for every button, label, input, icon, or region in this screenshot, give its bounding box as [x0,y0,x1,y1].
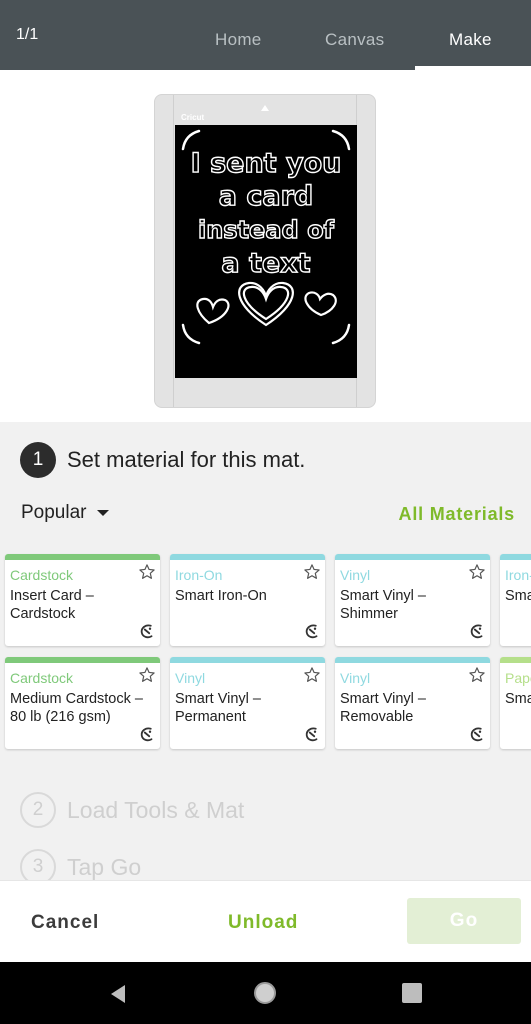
load-direction-arrow-icon [261,105,269,111]
material-filter-dropdown[interactable]: Popular [21,502,109,524]
mat-brand-label: Cricut [181,113,205,122]
go-button[interactable]: Go [407,898,521,944]
material-category: Vinyl [175,670,206,686]
material-panel: 1 Set material for this mat. Popular All… [0,422,531,880]
material-category-bar [335,657,490,663]
filter-label: Popular [21,502,87,523]
material-tiles: Cardstock Insert Card – Cardstock Iron-On S… [5,554,531,754]
cancel-button[interactable]: Cancel [31,912,99,934]
material-category: Iron-On [505,567,531,583]
favorite-star-icon[interactable] [138,666,156,684]
material-tile[interactable]: Cardstock Medium Cardstock – 80 lb (216 g… [5,657,160,749]
step-number-2: 2 [20,792,56,828]
step-label-2: Load Tools & Mat [67,796,245,823]
home-icon[interactable] [254,982,276,1004]
card-text-line-4: a text [221,248,310,279]
tab-make[interactable]: Make [449,30,492,50]
unload-button[interactable]: Unload [228,912,298,934]
step-number-1: 1 [20,442,56,478]
step-number-3: 3 [20,849,56,880]
material-name: Smart Paper Writable [505,691,531,707]
top-bar: 1/1 Home Canvas Make [0,0,531,70]
step-1: 1 Set material for this mat. [20,442,305,478]
favorite-star-icon[interactable] [468,563,486,581]
material-category-bar [170,657,325,663]
card-text-line-1: I sent you [191,148,342,179]
material-tile[interactable]: Vinyl Smart Vinyl – Removable [335,657,490,749]
material-tile[interactable]: Iron-On Smart Iron-On Glitter [500,554,531,646]
cut-blade-icon [140,727,153,742]
chevron-down-icon [96,510,109,516]
step-2: 2 Load Tools & Mat [20,792,244,828]
material-tile[interactable]: Cardstock Insert Card – Cardstock [5,554,160,646]
system-navigation-bar [0,962,531,1024]
material-tile[interactable]: Vinyl Smart Vinyl – Shimmer [335,554,490,646]
hearts-icon [196,281,337,327]
material-name: Smart Vinyl – Removable [340,691,426,725]
cut-blade-icon [305,727,318,742]
favorite-star-icon[interactable] [138,563,156,581]
page-counter: 1/1 [16,26,39,43]
material-category-bar [5,554,160,560]
material-category-bar [500,657,531,663]
step-label-1: Set material for this mat. [67,447,306,472]
card-text-line-2: a card [219,181,314,212]
mat-preview-area: Cricut I sent you a card instead of a te… [0,70,531,422]
back-icon[interactable] [108,984,128,1004]
corner-flourish-tr [331,129,351,151]
cutting-mat[interactable]: Cricut I sent you a card instead of a te… [154,94,376,408]
tab-canvas[interactable]: Canvas [325,30,384,50]
tab-home[interactable]: Home [215,30,262,50]
material-name: Smart Iron-On [175,588,267,604]
corner-flourish-br [331,323,351,345]
material-name: Insert Card – Cardstock [10,588,94,622]
card-text-line-3: instead of [198,216,335,244]
cut-blade-icon [470,624,483,639]
card-design-preview: I sent you a card instead of a text [175,125,357,378]
material-name: Smart Vinyl – Permanent [175,691,261,725]
favorite-star-icon[interactable] [303,666,321,684]
material-category-bar [500,554,531,560]
material-tile[interactable]: Paper Smart Paper Writable [500,657,531,749]
step-3: 3 Tap Go [20,849,141,880]
material-category-bar [335,554,490,560]
corner-flourish-bl [181,323,201,345]
material-name: Smart Iron-On Glitter [505,588,531,604]
favorite-star-icon[interactable] [468,666,486,684]
corner-flourish-tl [181,129,201,151]
material-name: Smart Vinyl – Shimmer [340,588,426,622]
material-name: Medium Cardstock – 80 lb (216 gsm) [10,691,143,725]
cut-blade-icon [470,727,483,742]
material-category: Cardstock [10,567,74,583]
material-category: Paper [505,670,531,686]
step-label-3: Tap Go [67,853,142,880]
material-category-bar [5,657,160,663]
favorite-star-icon[interactable] [303,563,321,581]
material-category: Cardstock [10,670,74,686]
material-category: Vinyl [340,567,371,583]
material-category-bar [170,554,325,560]
cut-blade-icon [305,624,318,639]
material-tile[interactable]: Vinyl Smart Vinyl – Permanent [170,657,325,749]
card-design-art: I sent you a card instead of a text [181,129,351,345]
material-category: Vinyl [340,670,371,686]
action-bar: Cancel Unload Go [0,880,531,962]
material-category: Iron-On [175,567,223,583]
cut-blade-icon [140,624,153,639]
mat-rail-left [173,95,174,407]
recents-icon[interactable] [402,983,422,1003]
material-tile[interactable]: Iron-On Smart Iron-On [170,554,325,646]
all-materials-link[interactable]: All Materials [399,504,515,525]
